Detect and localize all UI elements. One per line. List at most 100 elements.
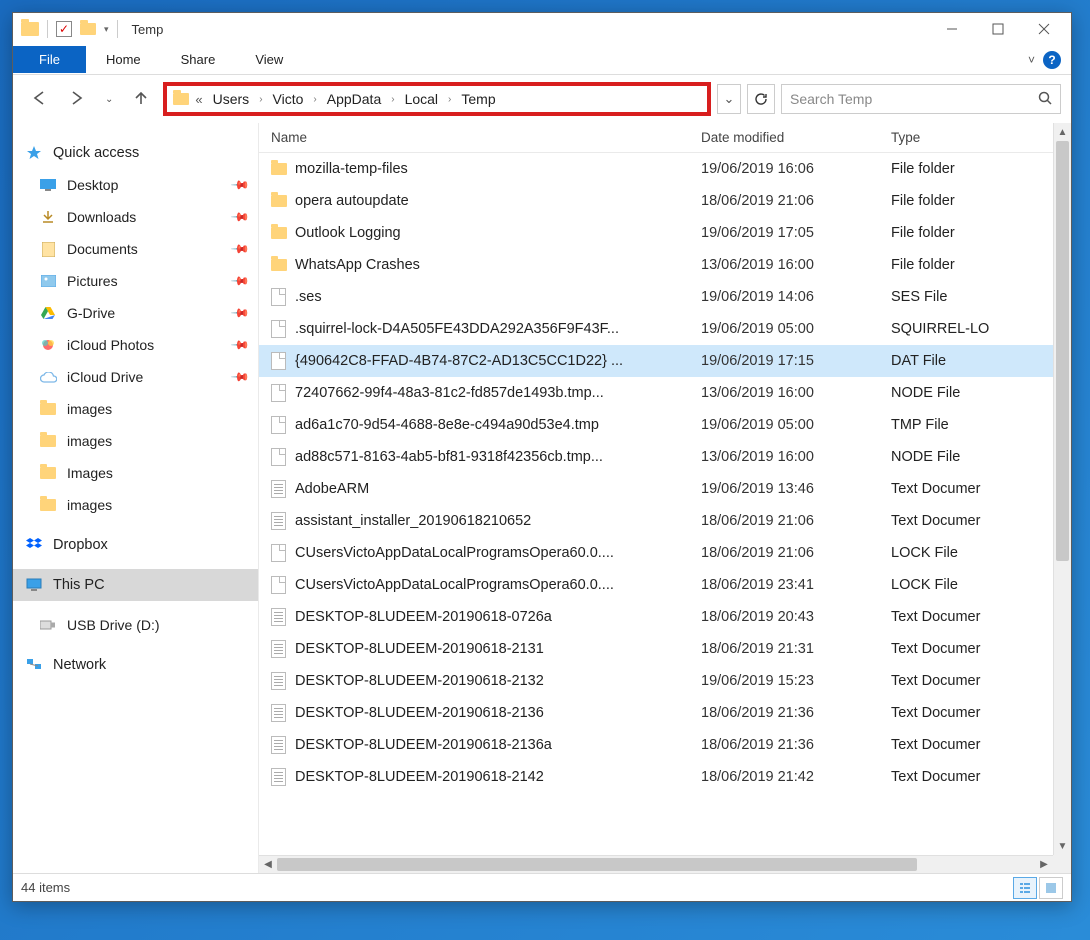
file-row[interactable]: DESKTOP-8LUDEEM-20190618-214218/06/2019 … <box>259 761 1071 793</box>
back-button[interactable] <box>23 84 55 115</box>
folder-icon <box>271 227 287 239</box>
file-name: DESKTOP-8LUDEEM-20190618-2136a <box>295 737 701 753</box>
file-row[interactable]: 72407662-99f4-48a3-81c2-fd857de1493b.tmp… <box>259 377 1071 409</box>
text-file-icon <box>271 480 286 498</box>
new-folder-icon[interactable] <box>80 23 96 35</box>
file-row[interactable]: Outlook Logging19/06/2019 17:05File fold… <box>259 217 1071 249</box>
scroll-up-icon[interactable]: ▲ <box>1054 123 1071 141</box>
breadcrumb-item[interactable]: Users <box>209 91 254 107</box>
sidebar-this-pc[interactable]: This PC <box>13 569 258 601</box>
minimize-button[interactable] <box>929 14 975 44</box>
sidebar-network[interactable]: Network <box>13 649 258 681</box>
sidebar-item[interactable]: Downloads📌 <box>13 201 258 233</box>
file-row[interactable]: ad6a1c70-9d54-4688-8e8e-c494a90d53e4.tmp… <box>259 409 1071 441</box>
sidebar-item[interactable]: iCloud Drive📌 <box>13 361 258 393</box>
file-icon <box>271 288 286 306</box>
search-box[interactable] <box>781 84 1061 114</box>
file-row[interactable]: DESKTOP-8LUDEEM-20190618-213219/06/2019 … <box>259 665 1071 697</box>
search-icon[interactable] <box>1038 91 1052 108</box>
forward-button[interactable] <box>61 84 93 115</box>
thumbnails-view-button[interactable] <box>1039 877 1063 899</box>
sidebar-item[interactable]: iCloud Photos📌 <box>13 329 258 361</box>
help-icon[interactable]: ? <box>1043 51 1061 69</box>
ribbon-expand-icon[interactable]: ˅ <box>1028 53 1035 67</box>
main-area: Quick access Desktop📌Downloads📌Documents… <box>13 123 1071 873</box>
file-row[interactable]: CUsersVictoAppDataLocalProgramsOpera60.0… <box>259 537 1071 569</box>
refresh-button[interactable] <box>747 84 775 114</box>
text-file-icon <box>271 608 286 626</box>
pin-icon: 📌 <box>230 303 250 323</box>
chevron-right-icon[interactable]: › <box>389 94 396 105</box>
file-row[interactable]: ad88c571-8163-4ab5-bf81-9318f42356cb.tmp… <box>259 441 1071 473</box>
file-row[interactable]: .squirrel-lock-D4A505FE43DDA292A356F9F43… <box>259 313 1071 345</box>
file-row[interactable]: opera autoupdate18/06/2019 21:06File fol… <box>259 185 1071 217</box>
file-icon <box>271 544 286 562</box>
file-name: DESKTOP-8LUDEEM-20190618-2132 <box>295 673 701 689</box>
properties-icon[interactable]: ✓ <box>56 21 72 37</box>
sidebar-item[interactable]: Pictures📌 <box>13 265 258 297</box>
file-type: LOCK File <box>891 577 1071 593</box>
tab-file[interactable]: File <box>13 46 86 73</box>
tab-home[interactable]: Home <box>86 46 161 73</box>
chevron-right-icon[interactable]: › <box>446 94 453 105</box>
vertical-scrollbar[interactable]: ▲ ▼ <box>1053 123 1071 855</box>
file-row[interactable]: {490642C8-FFAD-4B74-87C2-AD13C5CC1D22} .… <box>259 345 1071 377</box>
sidebar-usb-drive[interactable]: USB Drive (D:) <box>13 609 258 641</box>
close-button[interactable] <box>1021 14 1067 44</box>
file-date: 18/06/2019 21:06 <box>701 513 891 529</box>
file-row[interactable]: DESKTOP-8LUDEEM-20190618-2136a18/06/2019… <box>259 729 1071 761</box>
file-row[interactable]: mozilla-temp-files19/06/2019 16:06File f… <box>259 153 1071 185</box>
sidebar-item[interactable]: Documents📌 <box>13 233 258 265</box>
file-row[interactable]: .ses19/06/2019 14:06SES File <box>259 281 1071 313</box>
address-dropdown-button[interactable]: ⌄ <box>717 84 741 114</box>
folder-icon <box>271 163 287 175</box>
file-row[interactable]: DESKTOP-8LUDEEM-20190618-213618/06/2019 … <box>259 697 1071 729</box>
breadcrumb-item[interactable]: Temp <box>457 91 499 107</box>
file-row[interactable]: WhatsApp Crashes13/06/2019 16:00File fol… <box>259 249 1071 281</box>
file-row[interactable]: CUsersVictoAppDataLocalProgramsOpera60.0… <box>259 569 1071 601</box>
file-list[interactable]: mozilla-temp-files19/06/2019 16:06File f… <box>259 153 1071 873</box>
column-header-name[interactable]: Name <box>271 130 701 145</box>
sidebar-dropbox[interactable]: Dropbox <box>13 529 258 561</box>
chevron-right-icon[interactable]: › <box>311 94 318 105</box>
address-bar[interactable]: « Users › Victo › AppData › Local › Temp <box>163 82 711 116</box>
scroll-thumb[interactable] <box>277 858 917 871</box>
scroll-down-icon[interactable]: ▼ <box>1054 837 1071 855</box>
maximize-button[interactable] <box>975 14 1021 44</box>
breadcrumb-item[interactable]: Local <box>401 91 442 107</box>
scroll-right-icon[interactable]: ▶ <box>1035 859 1053 870</box>
sidebar-item[interactable]: images <box>13 393 258 425</box>
breadcrumb-overflow[interactable]: « <box>193 92 204 107</box>
breadcrumb-item[interactable]: AppData <box>323 91 385 107</box>
file-row[interactable]: AdobeARM19/06/2019 13:46Text Documer <box>259 473 1071 505</box>
tab-view[interactable]: View <box>235 46 303 73</box>
sidebar-item[interactable]: Desktop📌 <box>13 169 258 201</box>
scroll-left-icon[interactable]: ◀ <box>259 859 277 870</box>
sidebar-item[interactable]: images <box>13 425 258 457</box>
up-button[interactable] <box>125 84 157 115</box>
search-input[interactable] <box>790 91 1038 107</box>
sidebar-item[interactable]: G-Drive📌 <box>13 297 258 329</box>
sidebar-quick-access[interactable]: Quick access <box>13 137 258 169</box>
file-type: Text Documer <box>891 737 1071 753</box>
breadcrumb-item[interactable]: Victo <box>269 91 308 107</box>
column-header-date[interactable]: Date modified <box>701 130 891 145</box>
file-row[interactable]: DESKTOP-8LUDEEM-20190618-213118/06/2019 … <box>259 633 1071 665</box>
sidebar-item[interactable]: images <box>13 489 258 521</box>
tab-share[interactable]: Share <box>161 46 236 73</box>
recent-button[interactable]: ⌄ <box>99 90 119 109</box>
scroll-thumb[interactable] <box>1056 141 1069 561</box>
navigation-bar: ⌄ « Users › Victo › AppData › Local › Te… <box>13 75 1071 123</box>
file-row[interactable]: assistant_installer_2019061821065218/06/… <box>259 505 1071 537</box>
file-icon <box>271 448 286 466</box>
details-view-button[interactable] <box>1013 877 1037 899</box>
file-icon <box>271 320 286 338</box>
file-date: 13/06/2019 16:00 <box>701 385 891 401</box>
qat-dropdown-icon[interactable]: ▾ <box>104 24 109 35</box>
column-header-type[interactable]: Type <box>891 130 1071 145</box>
chevron-right-icon[interactable]: › <box>257 94 264 105</box>
file-date: 13/06/2019 16:00 <box>701 449 891 465</box>
file-row[interactable]: DESKTOP-8LUDEEM-20190618-0726a18/06/2019… <box>259 601 1071 633</box>
sidebar-item[interactable]: Images <box>13 457 258 489</box>
horizontal-scrollbar[interactable]: ◀ ▶ <box>259 855 1053 873</box>
